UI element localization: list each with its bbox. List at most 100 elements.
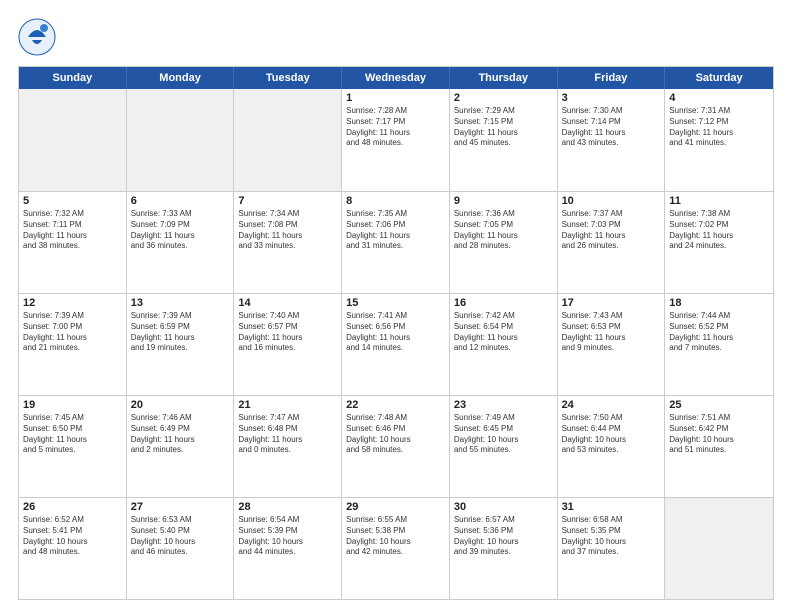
day-number: 1 bbox=[346, 92, 445, 104]
weekday-header-tuesday: Tuesday bbox=[234, 67, 342, 89]
day-info: Sunrise: 7:38 AM Sunset: 7:02 PM Dayligh… bbox=[669, 209, 769, 252]
day-info: Sunrise: 7:32 AM Sunset: 7:11 PM Dayligh… bbox=[23, 209, 122, 252]
day-number: 19 bbox=[23, 399, 122, 411]
day-cell-16: 16 Sunrise: 7:42 AM Sunset: 6:54 PM Dayli… bbox=[450, 294, 558, 395]
day-cell-26: 26 Sunrise: 6:52 AM Sunset: 5:41 PM Dayli… bbox=[19, 498, 127, 599]
day-info: Sunrise: 7:28 AM Sunset: 7:17 PM Dayligh… bbox=[346, 106, 445, 149]
empty-cell-r0c2 bbox=[234, 89, 342, 191]
day-cell-2: 2 Sunrise: 7:29 AM Sunset: 7:15 PM Daylig… bbox=[450, 89, 558, 191]
weekday-header-thursday: Thursday bbox=[450, 67, 558, 89]
day-number: 13 bbox=[131, 297, 230, 309]
day-info: Sunrise: 7:41 AM Sunset: 6:56 PM Dayligh… bbox=[346, 311, 445, 354]
day-info: Sunrise: 6:55 AM Sunset: 5:38 PM Dayligh… bbox=[346, 515, 445, 558]
day-number: 7 bbox=[238, 195, 337, 207]
day-info: Sunrise: 7:51 AM Sunset: 6:42 PM Dayligh… bbox=[669, 413, 769, 456]
header bbox=[18, 18, 774, 56]
day-cell-9: 9 Sunrise: 7:36 AM Sunset: 7:05 PM Daylig… bbox=[450, 192, 558, 293]
calendar-row-3: 12 Sunrise: 7:39 AM Sunset: 7:00 PM Dayli… bbox=[19, 293, 773, 395]
empty-cell-r0c0 bbox=[19, 89, 127, 191]
empty-cell-r4c6 bbox=[665, 498, 773, 599]
day-cell-17: 17 Sunrise: 7:43 AM Sunset: 6:53 PM Dayli… bbox=[558, 294, 666, 395]
day-info: Sunrise: 7:33 AM Sunset: 7:09 PM Dayligh… bbox=[131, 209, 230, 252]
day-number: 27 bbox=[131, 501, 230, 513]
day-number: 21 bbox=[238, 399, 337, 411]
day-number: 10 bbox=[562, 195, 661, 207]
calendar-body: 1 Sunrise: 7:28 AM Sunset: 7:17 PM Daylig… bbox=[19, 89, 773, 599]
day-number: 31 bbox=[562, 501, 661, 513]
day-cell-28: 28Sunrise: 6:54 AM Sunset: 5:39 PM Dayli… bbox=[234, 498, 342, 599]
calendar-header: SundayMondayTuesdayWednesdayThursdayFrid… bbox=[19, 67, 773, 89]
day-cell-29: 29Sunrise: 6:55 AM Sunset: 5:38 PM Dayli… bbox=[342, 498, 450, 599]
day-cell-7: 7 Sunrise: 7:34 AM Sunset: 7:08 PM Daylig… bbox=[234, 192, 342, 293]
day-info: Sunrise: 7:31 AM Sunset: 7:12 PM Dayligh… bbox=[669, 106, 769, 149]
day-number: 17 bbox=[562, 297, 661, 309]
day-info: Sunrise: 7:29 AM Sunset: 7:15 PM Dayligh… bbox=[454, 106, 553, 149]
logo bbox=[18, 18, 60, 56]
day-number: 23 bbox=[454, 399, 553, 411]
day-cell-19: 19 Sunrise: 7:45 AM Sunset: 6:50 PM Dayli… bbox=[19, 396, 127, 497]
day-info: Sunrise: 7:47 AM Sunset: 6:48 PM Dayligh… bbox=[238, 413, 337, 456]
day-cell-13: 13 Sunrise: 7:39 AM Sunset: 6:59 PM Dayli… bbox=[127, 294, 235, 395]
day-cell-15: 15 Sunrise: 7:41 AM Sunset: 6:56 PM Dayli… bbox=[342, 294, 450, 395]
day-info: Sunrise: 7:34 AM Sunset: 7:08 PM Dayligh… bbox=[238, 209, 337, 252]
calendar-row-4: 19 Sunrise: 7:45 AM Sunset: 6:50 PM Dayli… bbox=[19, 395, 773, 497]
day-info: Sunrise: 6:58 AM Sunset: 5:35 PM Dayligh… bbox=[562, 515, 661, 558]
day-info: Sunrise: 7:39 AM Sunset: 7:00 PM Dayligh… bbox=[23, 311, 122, 354]
day-number: 9 bbox=[454, 195, 553, 207]
day-info: Sunrise: 6:52 AM Sunset: 5:41 PM Dayligh… bbox=[23, 515, 122, 558]
day-info: Sunrise: 7:39 AM Sunset: 6:59 PM Dayligh… bbox=[131, 311, 230, 354]
day-info: Sunrise: 6:57 AM Sunset: 5:36 PM Dayligh… bbox=[454, 515, 553, 558]
day-number: 18 bbox=[669, 297, 769, 309]
day-info: Sunrise: 7:35 AM Sunset: 7:06 PM Dayligh… bbox=[346, 209, 445, 252]
day-info: Sunrise: 7:44 AM Sunset: 6:52 PM Dayligh… bbox=[669, 311, 769, 354]
day-number: 14 bbox=[238, 297, 337, 309]
day-info: Sunrise: 7:42 AM Sunset: 6:54 PM Dayligh… bbox=[454, 311, 553, 354]
day-cell-8: 8Sunrise: 7:35 AM Sunset: 7:06 PM Daylig… bbox=[342, 192, 450, 293]
day-info: Sunrise: 7:49 AM Sunset: 6:45 PM Dayligh… bbox=[454, 413, 553, 456]
day-cell-30: 30 Sunrise: 6:57 AM Sunset: 5:36 PM Dayli… bbox=[450, 498, 558, 599]
weekday-header-wednesday: Wednesday bbox=[342, 67, 450, 89]
day-cell-18: 18 Sunrise: 7:44 AM Sunset: 6:52 PM Dayli… bbox=[665, 294, 773, 395]
day-info: Sunrise: 7:50 AM Sunset: 6:44 PM Dayligh… bbox=[562, 413, 661, 456]
weekday-header-monday: Monday bbox=[127, 67, 235, 89]
day-cell-24: 24 Sunrise: 7:50 AM Sunset: 6:44 PM Dayli… bbox=[558, 396, 666, 497]
day-cell-5: 5 Sunrise: 7:32 AM Sunset: 7:11 PM Daylig… bbox=[19, 192, 127, 293]
empty-cell-r0c1 bbox=[127, 89, 235, 191]
day-cell-14: 14 Sunrise: 7:40 AM Sunset: 6:57 PM Dayli… bbox=[234, 294, 342, 395]
day-cell-23: 23 Sunrise: 7:49 AM Sunset: 6:45 PM Dayli… bbox=[450, 396, 558, 497]
day-number: 28 bbox=[238, 501, 337, 513]
logo-icon bbox=[18, 18, 56, 56]
weekday-header-saturday: Saturday bbox=[665, 67, 773, 89]
day-cell-11: 11Sunrise: 7:38 AM Sunset: 7:02 PM Dayli… bbox=[665, 192, 773, 293]
day-number: 30 bbox=[454, 501, 553, 513]
day-info: Sunrise: 6:53 AM Sunset: 5:40 PM Dayligh… bbox=[131, 515, 230, 558]
day-cell-4: 4 Sunrise: 7:31 AM Sunset: 7:12 PM Daylig… bbox=[665, 89, 773, 191]
day-cell-20: 20Sunrise: 7:46 AM Sunset: 6:49 PM Dayli… bbox=[127, 396, 235, 497]
day-cell-12: 12 Sunrise: 7:39 AM Sunset: 7:00 PM Dayli… bbox=[19, 294, 127, 395]
day-number: 4 bbox=[669, 92, 769, 104]
weekday-header-sunday: Sunday bbox=[19, 67, 127, 89]
calendar-row-2: 5 Sunrise: 7:32 AM Sunset: 7:11 PM Daylig… bbox=[19, 191, 773, 293]
day-cell-31: 31 Sunrise: 6:58 AM Sunset: 5:35 PM Dayli… bbox=[558, 498, 666, 599]
day-number: 24 bbox=[562, 399, 661, 411]
day-number: 16 bbox=[454, 297, 553, 309]
day-cell-25: 25 Sunrise: 7:51 AM Sunset: 6:42 PM Dayli… bbox=[665, 396, 773, 497]
page: SundayMondayTuesdayWednesdayThursdayFrid… bbox=[0, 0, 792, 612]
day-number: 2 bbox=[454, 92, 553, 104]
day-cell-21: 21 Sunrise: 7:47 AM Sunset: 6:48 PM Dayli… bbox=[234, 396, 342, 497]
day-number: 26 bbox=[23, 501, 122, 513]
calendar-row-1: 1 Sunrise: 7:28 AM Sunset: 7:17 PM Daylig… bbox=[19, 89, 773, 191]
day-number: 25 bbox=[669, 399, 769, 411]
calendar: SundayMondayTuesdayWednesdayThursdayFrid… bbox=[18, 66, 774, 600]
day-info: Sunrise: 7:36 AM Sunset: 7:05 PM Dayligh… bbox=[454, 209, 553, 252]
weekday-header-friday: Friday bbox=[558, 67, 666, 89]
day-info: Sunrise: 7:37 AM Sunset: 7:03 PM Dayligh… bbox=[562, 209, 661, 252]
day-cell-3: 3Sunrise: 7:30 AM Sunset: 7:14 PM Daylig… bbox=[558, 89, 666, 191]
day-info: Sunrise: 7:48 AM Sunset: 6:46 PM Dayligh… bbox=[346, 413, 445, 456]
day-number: 15 bbox=[346, 297, 445, 309]
day-number: 12 bbox=[23, 297, 122, 309]
day-info: Sunrise: 7:40 AM Sunset: 6:57 PM Dayligh… bbox=[238, 311, 337, 354]
day-info: Sunrise: 7:43 AM Sunset: 6:53 PM Dayligh… bbox=[562, 311, 661, 354]
day-info: Sunrise: 7:45 AM Sunset: 6:50 PM Dayligh… bbox=[23, 413, 122, 456]
day-number: 5 bbox=[23, 195, 122, 207]
